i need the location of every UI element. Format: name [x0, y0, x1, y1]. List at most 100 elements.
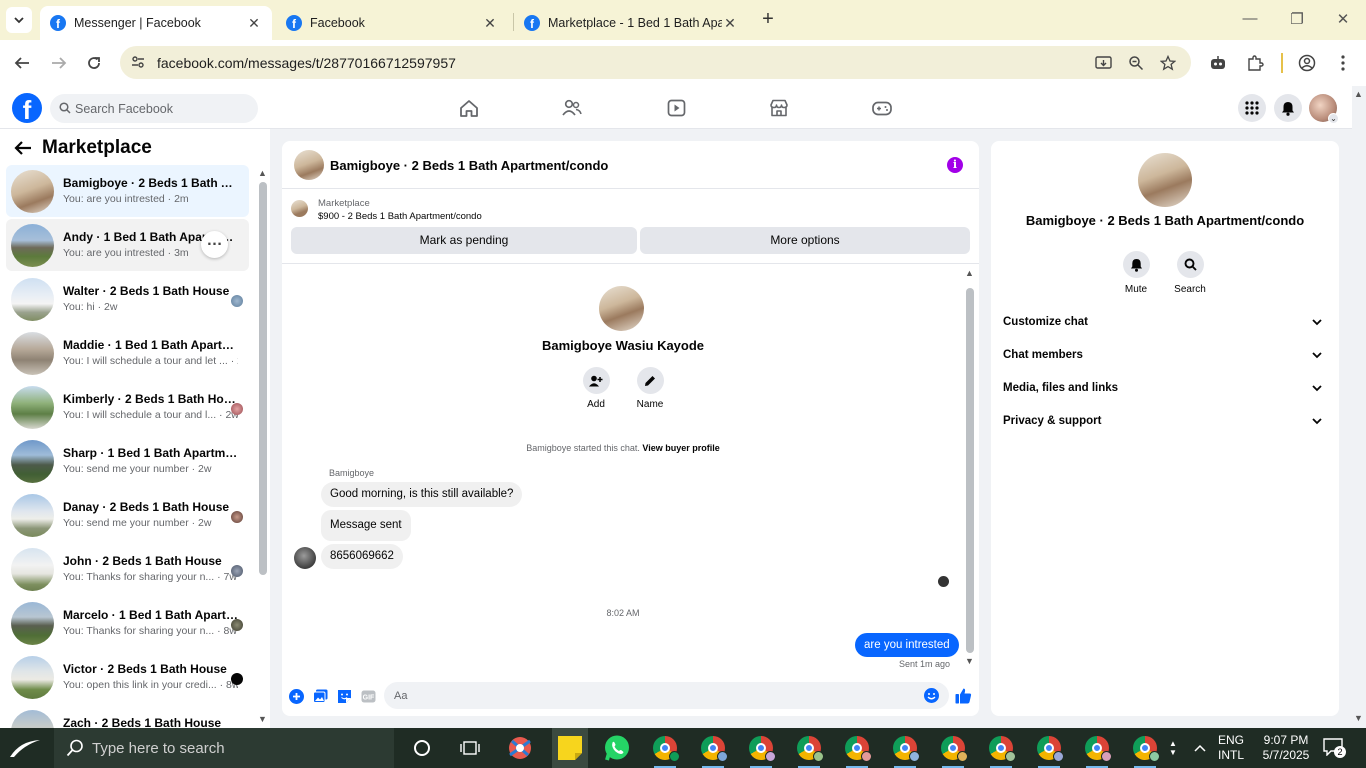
conversation-item[interactable]: Sharp · 1 Bed 1 Bath Apartment/condo You…: [6, 435, 249, 487]
contact-avatar[interactable]: [599, 286, 644, 331]
taskbar-scroll-arrows[interactable]: ▲ ▼: [1166, 734, 1180, 762]
forward-button[interactable]: [48, 52, 70, 74]
chrome-profile-icon[interactable]: [746, 734, 776, 768]
chrome-profile-icon[interactable]: [986, 734, 1016, 768]
close-tab-icon[interactable]: ✕: [482, 15, 498, 32]
install-app-icon[interactable]: [1095, 54, 1113, 72]
plus-circle-icon[interactable]: [288, 688, 304, 704]
bookmark-star-icon[interactable]: [1159, 54, 1177, 72]
chrome-profile-icon[interactable]: [1082, 734, 1112, 768]
chrome-profile-icon[interactable]: [1130, 734, 1160, 768]
minimize-icon[interactable]: —: [1240, 10, 1260, 27]
video-icon[interactable]: [664, 96, 688, 120]
scroll-up-arrow-icon[interactable]: ▲: [1354, 89, 1363, 99]
media-files-links-section[interactable]: Media, files and links: [1003, 372, 1328, 405]
scroll-up-arrow-icon[interactable]: ▲: [965, 268, 974, 278]
reload-button[interactable]: [83, 52, 105, 74]
whatsapp-icon[interactable]: [602, 734, 632, 762]
chrome-profile-icon[interactable]: [794, 734, 824, 768]
home-icon[interactable]: [457, 96, 481, 120]
more-options-button[interactable]: More options: [640, 227, 970, 254]
conversation-item[interactable]: Kimberly · 2 Beds 1 Bath House You: I wi…: [6, 381, 249, 433]
tab-marketplace[interactable]: f Marketplace - 1 Bed 1 Bath Apartm ✕: [514, 6, 748, 40]
add-member-button[interactable]: Add: [572, 367, 620, 410]
profile-icon[interactable]: [1297, 53, 1317, 73]
input-language-indicator[interactable]: ENG INTL: [1213, 733, 1249, 763]
taskbar-search[interactable]: [54, 728, 394, 768]
conversation-item[interactable]: Marcelo · 1 Bed 1 Bath Apartment/condo Y…: [6, 597, 249, 649]
scrollbar-thumb[interactable]: [966, 288, 974, 653]
incoming-message[interactable]: Good morning, is this still available?: [321, 482, 523, 507]
scroll-down-arrow-icon[interactable]: ▼: [258, 714, 267, 724]
chrome-profile-icon[interactable]: [1034, 734, 1064, 768]
chat-members-section[interactable]: Chat members: [1003, 339, 1328, 372]
tab-messenger[interactable]: f Messenger | Facebook ✕: [40, 6, 272, 40]
conversation-item[interactable]: Danay · 2 Beds 1 Bath House You: send me…: [6, 489, 249, 541]
incoming-message[interactable]: 8656069662: [321, 544, 403, 569]
message-input-box[interactable]: [384, 682, 949, 709]
sidebar-scrollbar[interactable]: ▲ ▼: [257, 168, 269, 728]
tab-search-button[interactable]: [6, 7, 32, 33]
snipping-tool-icon[interactable]: [505, 734, 535, 762]
close-tab-icon[interactable]: ✕: [246, 15, 262, 32]
name-chat-button[interactable]: Name: [626, 367, 674, 410]
restore-icon[interactable]: ❐: [1287, 10, 1307, 28]
task-view-cortana-icon[interactable]: [407, 734, 437, 762]
close-tab-icon[interactable]: ✕: [722, 15, 738, 32]
chrome-profile-icon[interactable]: [842, 734, 872, 768]
page-scrollbar[interactable]: ▲ ▼: [1352, 86, 1366, 728]
chrome-profile-icon[interactable]: [698, 734, 728, 768]
outgoing-message[interactable]: are you intrested: [855, 633, 959, 657]
conversation-item[interactable]: Victor · 2 Beds 1 Bath House You: open t…: [6, 651, 249, 703]
view-buyer-profile-link[interactable]: View buyer profile: [642, 443, 719, 453]
search-in-conversation-button[interactable]: Search: [1165, 251, 1215, 295]
start-button[interactable]: [0, 728, 50, 768]
chrome-profile-icon[interactable]: [890, 734, 920, 768]
conversation-item[interactable]: Maddie · 1 Bed 1 Bath Apartment/condo Yo…: [6, 327, 249, 379]
task-view-icon[interactable]: [455, 734, 485, 762]
notifications-bell-icon[interactable]: [1274, 94, 1302, 122]
menu-grid-icon[interactable]: [1238, 94, 1266, 122]
tab-facebook[interactable]: f Facebook ✕: [276, 6, 508, 40]
conversation-item[interactable]: Bamigboye · 2 Beds 1 Bath Apartment/cond…: [6, 165, 249, 217]
gif-icon[interactable]: GIF: [360, 688, 376, 704]
extensions-puzzle-icon[interactable]: [1245, 53, 1265, 73]
copilot-extension-icon[interactable]: [1208, 53, 1228, 73]
chat-info-avatar[interactable]: [1138, 153, 1192, 207]
facebook-logo-icon[interactable]: f: [12, 93, 42, 123]
new-tab-button[interactable]: +: [758, 9, 778, 29]
notification-center-icon[interactable]: 2: [1323, 738, 1346, 758]
photo-icon[interactable]: [312, 688, 328, 704]
chat-title[interactable]: Bamigboye · 2 Beds 1 Bath Apartment/cond…: [330, 158, 608, 173]
conversation-item[interactable]: Andy · 1 Bed 1 Bath Apartment/condo You:…: [6, 219, 249, 271]
sender-avatar[interactable]: [294, 547, 316, 569]
more-options-icon[interactable]: …: [201, 231, 228, 258]
friends-icon[interactable]: [560, 96, 584, 120]
search-input[interactable]: [75, 99, 250, 119]
chat-avatar[interactable]: [294, 150, 324, 180]
incoming-message[interactable]: Message sent: [321, 510, 411, 541]
emoji-icon[interactable]: [924, 688, 939, 703]
taskbar-search-input[interactable]: [92, 737, 382, 759]
message-input[interactable]: [394, 686, 904, 705]
back-button[interactable]: [11, 52, 33, 74]
system-clock[interactable]: 9:07 PM 5/7/2025: [1253, 733, 1319, 763]
scroll-up-arrow-icon[interactable]: ▲: [258, 168, 267, 178]
zoom-icon[interactable]: [1127, 54, 1145, 72]
mute-button[interactable]: Mute: [1111, 251, 1161, 295]
facebook-search[interactable]: [50, 94, 258, 123]
like-thumb-icon[interactable]: [954, 686, 972, 704]
customize-chat-section[interactable]: Customize chat: [1003, 306, 1328, 339]
conversation-item[interactable]: Zach · 2 Beds 1 Bath House: [6, 705, 249, 728]
scroll-down-arrow-icon[interactable]: ▼: [1354, 713, 1363, 723]
messages-scrollbar[interactable]: ▲ ▼: [964, 268, 976, 668]
mark-as-pending-button[interactable]: Mark as pending: [291, 227, 637, 254]
chrome-profile-icon[interactable]: [650, 734, 680, 768]
privacy-support-section[interactable]: Privacy & support: [1003, 405, 1328, 438]
listing-title[interactable]: $900 - 2 Beds 1 Bath Apartment/condo: [318, 211, 482, 222]
address-bar[interactable]: facebook.com/messages/t/2877016671259795…: [120, 46, 1191, 79]
conversation-item[interactable]: Walter · 2 Beds 1 Bath House You: hi · 2…: [6, 273, 249, 325]
chrome-profile-icon[interactable]: [938, 734, 968, 768]
account-chevron-icon[interactable]: ⌄: [1328, 113, 1339, 124]
conversation-item[interactable]: John · 2 Beds 1 Bath House You: Thanks f…: [6, 543, 249, 595]
